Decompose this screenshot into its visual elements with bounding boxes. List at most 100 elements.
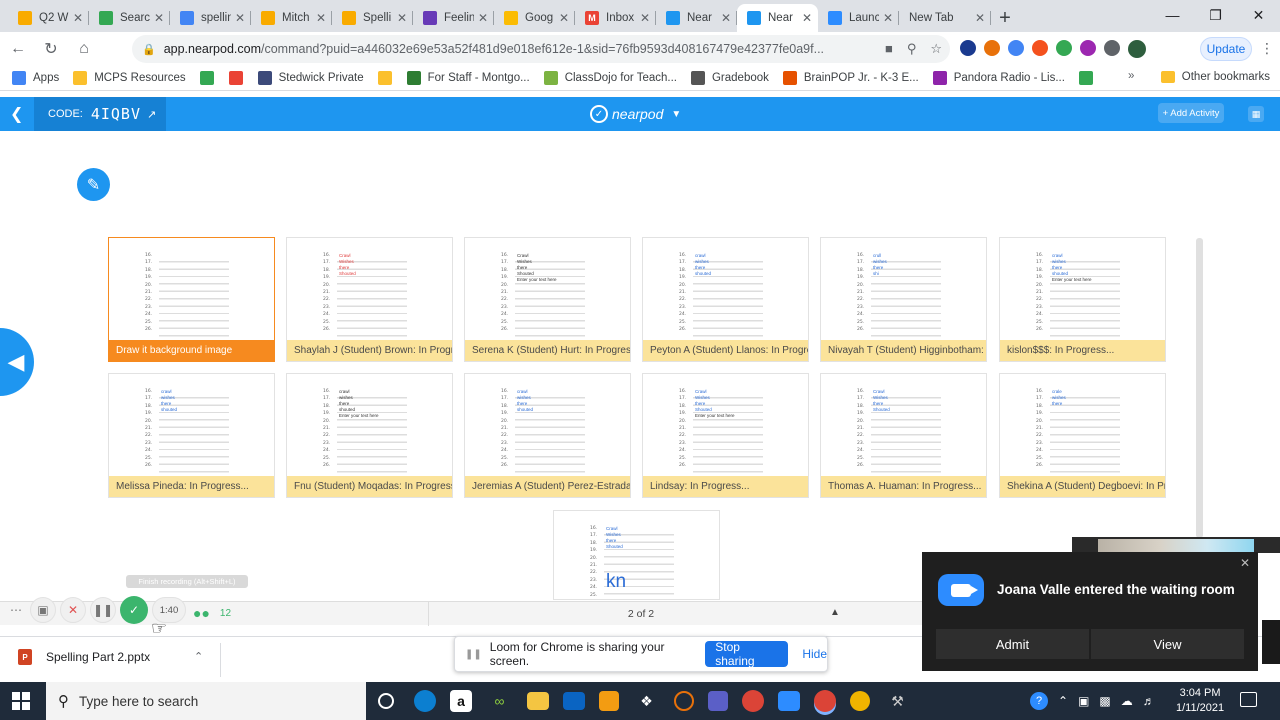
bookmark-item[interactable]: ClassDojo for Teach...	[543, 71, 677, 85]
tab-close-icon[interactable]: ✕	[975, 11, 985, 25]
back-chevron-icon[interactable]: ❮	[10, 104, 23, 124]
profile-avatar[interactable]	[1128, 40, 1146, 58]
music-app-icon[interactable]	[850, 691, 870, 711]
student-response-card[interactable]: 16. 17. 18. 19. 20. 21. 22. 23. 24. 25. 26. crawl wi…	[999, 237, 1166, 362]
tab-close-icon[interactable]: ✕	[640, 11, 650, 25]
zoom-magnifier-icon[interactable]: ⚲	[907, 41, 917, 57]
browser-tab[interactable]: Near ✕	[656, 4, 737, 32]
maximize-icon[interactable]: ❐	[1194, 0, 1237, 30]
extension-badge-icon[interactable]	[984, 40, 1000, 56]
chrome-active-icon[interactable]	[814, 690, 836, 712]
tab-close-icon[interactable]: ✕	[73, 11, 83, 25]
browser-tab[interactable]: Feelin ✕	[413, 4, 494, 32]
nearpod-logo[interactable]: ✓ nearpod ▼	[590, 105, 681, 123]
browser-tab[interactable]: spellin ✕	[170, 4, 251, 32]
tab-close-icon[interactable]: ✕	[397, 11, 407, 25]
camera-blocked-icon[interactable]: ■	[885, 41, 893, 57]
student-response-card[interactable]: 16. 17. 18. 19. 20. 21. 22. 23. 24. 25. 26. crawl wi…	[642, 237, 809, 362]
edge-browser-icon[interactable]	[414, 690, 436, 712]
bookmark-item[interactable]	[228, 71, 250, 85]
download-menu-chevron-icon[interactable]: ⌃	[194, 650, 203, 663]
browser-tab[interactable]: Near ✕	[737, 4, 818, 32]
view-button[interactable]: View	[1091, 629, 1244, 659]
hide-banner-button[interactable]: Hide	[802, 647, 827, 661]
extension-icon[interactable]	[1008, 40, 1024, 56]
external-link-icon[interactable]: ↗	[147, 108, 156, 121]
infinity-app-icon[interactable]: ∞	[486, 688, 513, 714]
student-count[interactable]: ●● 12	[193, 605, 231, 621]
tab-close-icon[interactable]: ✕	[478, 11, 488, 25]
puzzle-extensions-icon[interactable]	[1104, 40, 1120, 56]
minimize-icon[interactable]: —	[1151, 0, 1194, 30]
loom-camera-toggle-icon[interactable]: ▣	[30, 597, 56, 623]
download-item[interactable]: P Spelling Part 2.pptx	[18, 649, 150, 665]
session-code[interactable]: CODE: 4IQBV ↗	[34, 97, 166, 131]
bookmark-item[interactable]	[199, 71, 221, 85]
new-tab-plus-icon[interactable]: +	[991, 4, 1019, 32]
bookmark-item[interactable]	[1078, 71, 1100, 85]
bookmark-item[interactable]: Pandora Radio - Lis...	[932, 71, 1065, 85]
tab-close-icon[interactable]: ✕	[559, 11, 569, 25]
browser-tab[interactable]: Goog ✕	[494, 4, 575, 32]
student-response-card[interactable]: 16.17.18.19.20.21.22.23.24.25.26.CrawlWi…	[553, 510, 720, 600]
k-extension-icon[interactable]	[960, 40, 976, 56]
tab-close-icon[interactable]: ✕	[721, 11, 731, 25]
student-response-card[interactable]: 16. 17. 18. 19. 20. 21. 22. 23. 24. 25. 26. crull wi…	[820, 237, 987, 362]
browser-tab[interactable]: M Inbox ✕	[575, 4, 656, 32]
bookmark-item[interactable]: BrainPOP Jr. - K-3 E...	[782, 71, 919, 85]
bookmark-item[interactable]: Apps	[12, 71, 59, 85]
extension-icon[interactable]	[1056, 40, 1072, 56]
tab-close-icon[interactable]: ✕	[802, 11, 812, 25]
expand-slides-triangle-icon[interactable]: ▲	[830, 607, 840, 618]
tab-close-icon[interactable]: ✕	[235, 11, 245, 25]
volume-icon[interactable]: ♬	[1143, 694, 1155, 708]
tab-close-icon[interactable]: ✕	[154, 11, 164, 25]
browser-tab[interactable]: Mitch ✕	[251, 4, 332, 32]
loom-more-icon[interactable]: ⋯	[6, 600, 26, 620]
drag-handle-icon[interactable]: ❚❚	[465, 649, 482, 660]
close-notification-icon[interactable]: ✕	[1240, 556, 1250, 570]
browser-tab[interactable]: Q2 W ✕	[8, 4, 89, 32]
extension-icon[interactable]	[1080, 40, 1096, 56]
stop-sharing-button[interactable]: Stop sharing	[705, 640, 789, 668]
student-response-card[interactable]: 16. 17. 18. 19. 20. 21. 22. 23. 24. 25. 26. crale wi…	[999, 373, 1166, 498]
cortana-circle-icon[interactable]	[378, 693, 394, 709]
bookmark-star-icon[interactable]: ☆	[930, 41, 942, 57]
student-response-card[interactable]: 16. 17. 18. 19. 20. 21. 22. 23. 24. 25. 26. crawl wi…	[286, 373, 453, 498]
bookmark-item[interactable]: MCPS Resources	[73, 71, 186, 85]
dropdown-caret-icon[interactable]: ▼	[671, 109, 681, 120]
bookmark-item[interactable]: For Staff - Montgo...	[406, 71, 530, 85]
back-arrow-icon[interactable]: ←	[3, 34, 33, 64]
file-explorer-icon[interactable]	[527, 692, 549, 710]
student-response-card[interactable]: 16.17.18.19.20.21.22.23.24.25.26.CrawlWi…	[642, 373, 809, 498]
previous-slide-arrow-icon[interactable]: ◀	[0, 328, 34, 396]
browser-tab[interactable]: Spelli ✕	[332, 4, 413, 32]
bookmark-item[interactable]: Stedwick Private	[257, 71, 364, 85]
home-icon[interactable]: ⌂	[69, 34, 99, 64]
student-response-card[interactable]: 16.17.18.19.20.21.22.23.24.25.26.CrawlWi…	[464, 237, 631, 362]
admit-button[interactable]: Admit	[936, 629, 1089, 659]
student-response-card[interactable]: 16. 17. 18. 19. 20. 21. 22. 23. 24. 25. 26. crawl wi…	[108, 373, 275, 498]
bookmark-item[interactable]: Gradebook	[690, 71, 769, 85]
student-response-card[interactable]: 16. 17. 18. 19. 20. 21. 22. 23. 24. 25. 26. crawl wi…	[464, 373, 631, 498]
media-app-icon[interactable]	[599, 691, 619, 711]
pencil-draw-icon[interactable]: ✎	[77, 168, 110, 201]
browser-tab[interactable]: New Tab ✕	[899, 4, 991, 32]
mail-icon[interactable]	[563, 692, 585, 710]
browser-tab[interactable]: Launc ✕	[818, 4, 899, 32]
slide-pager[interactable]: 2 of 2	[428, 602, 853, 626]
extension-icon[interactable]	[1032, 40, 1048, 56]
network-icon[interactable]: ▩	[1099, 694, 1110, 708]
tray-overflow-chevron-icon[interactable]: ⌃	[1058, 694, 1068, 708]
more-menu-icon[interactable]: ⋮	[1260, 40, 1274, 57]
amazon-icon[interactable]: a	[450, 690, 472, 712]
reload-icon[interactable]: ↻	[36, 34, 66, 64]
tools-app-icon[interactable]: ⚒	[884, 688, 911, 714]
help-icon[interactable]: ?	[1030, 692, 1048, 710]
bookmark-item[interactable]	[377, 71, 399, 85]
loom-pause-icon[interactable]: ❚❚	[90, 597, 116, 623]
store-icon[interactable]	[708, 691, 728, 711]
zoom-app-icon[interactable]	[778, 691, 800, 711]
address-bar[interactable]: 🔒 app.nearpod.com/command?puid=a446032e6…	[132, 35, 950, 63]
more-bookmarks-chevron-icon[interactable]: »	[1128, 70, 1134, 82]
